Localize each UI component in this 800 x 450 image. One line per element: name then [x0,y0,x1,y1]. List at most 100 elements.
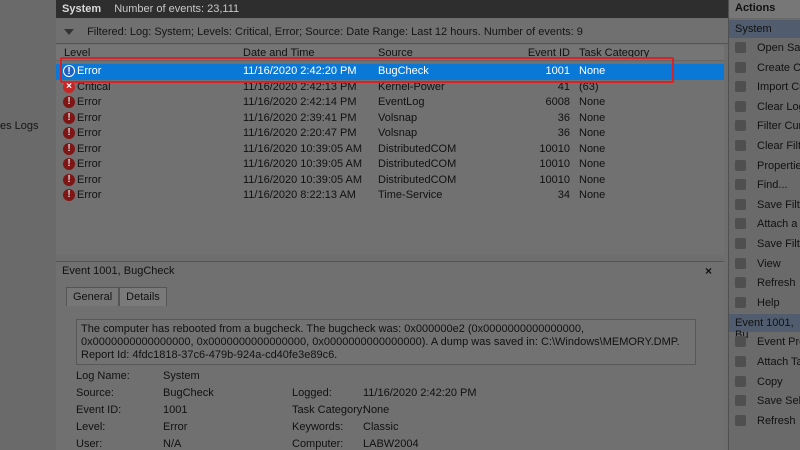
action-icon [735,277,746,289]
cell-source: EventLog [378,96,425,108]
table-row[interactable]: ! Error 11/16/2020 10:39:05 AM DistributedC… [56,142,724,158]
action-icon [735,198,746,210]
action-icon [735,61,746,73]
value-level: Error [163,421,188,433]
table-row[interactable]: ! Error 11/16/2020 2:39:41 PM Volsnap 36 None [56,111,724,127]
action-label: Save Filter [757,237,800,250]
label-logged: Logged: [292,387,332,399]
action-label: Create Cus [757,61,800,74]
action-item[interactable]: Refresh [729,411,800,431]
cell-level: Error [77,111,102,124]
action-label: Help [757,296,780,309]
action-item[interactable]: Clear Log... [729,97,800,117]
cell-level: Error [77,96,102,108]
error-icon: ! [63,158,75,170]
actions-section-system: System [729,20,800,38]
action-label: Refresh [757,414,796,427]
cell-event-id: 36 [557,127,570,139]
action-label: Copy [757,375,783,388]
actions-header: Actions [729,0,800,18]
action-icon [735,179,746,191]
label-user: User: [76,438,103,450]
action-icon [735,100,746,112]
action-label: Save Filter [757,198,800,211]
navigation-pane: es Logs [0,0,56,450]
action-item[interactable]: Save Filter [729,234,800,254]
action-item[interactable]: Refresh [729,273,800,293]
action-item[interactable]: Save Filter [729,195,800,215]
cell-task: None [579,111,606,124]
cell-date: 11/16/2020 10:39:05 AM [243,158,363,170]
nav-item-logs[interactable]: es Logs [0,120,39,132]
action-item[interactable]: Properties [729,156,800,176]
cell-task: None [579,96,606,108]
cell-task: None [579,127,606,139]
action-item[interactable]: Import Cu [729,77,800,97]
actions-list-event: Event Prop Attach Tas Copy Save Selec Refres… [729,332,800,430]
action-label: Attach Tas [757,355,800,368]
actions-section-event: Event 1001, Bu [729,314,800,341]
close-icon[interactable]: × [705,264,712,278]
detail-tabs: General Details [66,287,167,306]
action-item[interactable]: Save Selec [729,391,800,411]
cell-date: 11/16/2020 10:39:05 AM [243,173,363,186]
action-icon [735,120,746,132]
tab-general[interactable]: General [66,287,120,306]
action-icon [735,218,746,230]
cell-level: Error [77,158,102,170]
action-item[interactable]: Create Cus [729,58,800,78]
action-icon [735,414,746,426]
action-item[interactable]: Filter Curr [729,116,800,136]
action-item[interactable]: Attach Tas [729,352,800,372]
tab-details[interactable]: Details [119,287,167,306]
error-icon: ! [63,127,75,139]
action-icon [735,81,746,93]
log-title-bar: System Number of events: 23,111 [56,0,728,18]
action-item[interactable]: Open Save [729,38,800,58]
cell-level: Error [77,142,102,155]
action-icon [735,257,746,269]
filter-bar: Filtered: Log: System; Levels: Critical,… [56,20,728,44]
table-row[interactable]: ! Error 11/16/2020 10:39:05 AM DistributedC… [56,157,724,173]
cell-event-id: 36 [557,111,570,124]
cell-date: 11/16/2020 2:20:47 PM [243,127,357,139]
event-count: Number of events: 23,111 [114,3,240,15]
table-row[interactable]: ! Error 11/16/2020 8:22:13 AM Time-Service 3… [56,188,724,204]
value-user: N/A [163,438,182,450]
action-item[interactable]: Copy [729,372,800,392]
actions-list-system: Open Save Create Cus Import Cu Clear Log...… [729,38,800,312]
cell-level: Error [77,189,102,201]
action-icon [735,375,746,387]
cell-level: Error [77,173,102,186]
cell-date: 11/16/2020 10:39:05 AM [243,142,363,155]
action-label: Refresh [757,277,796,290]
table-row[interactable]: ! Error 11/16/2020 2:20:47 PM Volsnap 36 None [56,126,724,142]
action-label: Filter Curr [757,120,800,133]
action-item[interactable]: View [729,254,800,274]
cell-source: DistributedCOM [378,158,457,170]
label-keywords: Keywords: [292,421,344,433]
value-computer: LABW2004 [363,438,419,450]
error-icon: ! [63,142,75,155]
detail-title: Event 1001, BugCheck [62,265,175,277]
cell-task: None [579,158,606,170]
table-row[interactable]: ! Error 11/16/2020 10:39:05 AM DistributedC… [56,173,724,189]
value-event-id: 1001 [163,404,188,416]
event-description[interactable]: The computer has rebooted from a bugchec… [76,319,696,365]
detail-header: Event 1001, BugCheck × [56,262,724,280]
action-item[interactable]: Attach a T [729,214,800,234]
action-icon [735,159,746,171]
error-icon: ! [63,96,75,108]
label-computer: Computer: [292,438,344,450]
action-item[interactable]: Find... [729,175,800,195]
action-label: Clear Filte [757,139,800,152]
action-item[interactable]: Clear Filte [729,136,800,156]
filter-icon [64,29,74,36]
action-item[interactable]: Event Prop [729,332,800,352]
table-row[interactable]: ! Error 11/16/2020 2:42:14 PM EventLog 6008 N… [56,95,724,111]
action-item[interactable]: Help [729,293,800,313]
action-icon [735,237,746,249]
cell-task: None [579,189,606,201]
value-source: BugCheck [163,387,214,399]
value-task-category: None [363,404,390,416]
